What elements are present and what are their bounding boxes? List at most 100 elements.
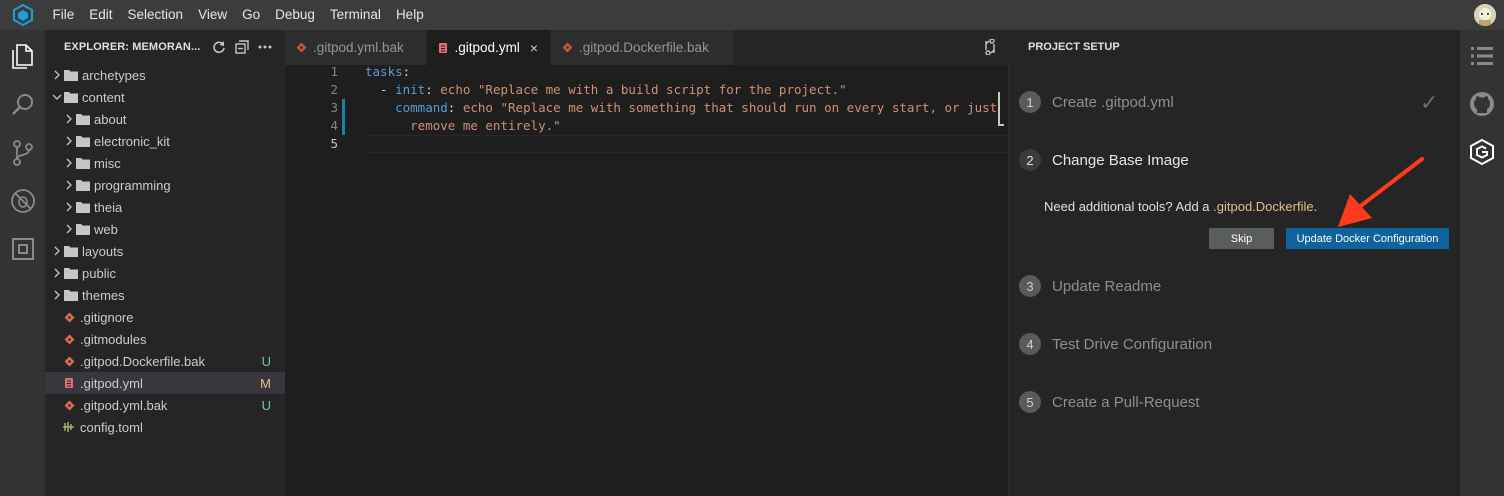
code-text: - init: echo "Replace me with a build sc… [365, 81, 847, 99]
folder-icon [64, 69, 78, 81]
tree-file[interactable]: .gitpod.Dockerfile.bak U [45, 350, 285, 372]
activity-bar [0, 30, 45, 496]
menu-items: File Edit Selection View Go Debug Terminal Help [45, 0, 431, 30]
collapse-all-icon[interactable] [233, 39, 250, 55]
code-text: remove me entirely." [365, 117, 561, 135]
right-activity-bar [1460, 30, 1504, 496]
chevron-right-icon[interactable] [50, 64, 64, 86]
chevron-right-icon[interactable] [50, 284, 64, 306]
menu-help[interactable]: Help [388, 0, 431, 30]
close-icon[interactable]: × [530, 40, 538, 56]
github-icon[interactable] [1460, 80, 1504, 128]
setup-step[interactable]: 2 Change Base Image [1019, 149, 1189, 171]
editor-tab[interactable]: .gitpod.Dockerfile.bak [551, 30, 734, 65]
git-file-icon [63, 333, 75, 345]
tree-item-label: .gitmodules [80, 331, 147, 347]
menu-selection[interactable]: Selection [120, 0, 191, 30]
tree-item-label: .gitpod.yml.bak [80, 397, 168, 413]
avatar[interactable] [1474, 4, 1496, 26]
code-token: : [425, 82, 441, 97]
menu-debug[interactable]: Debug [268, 0, 323, 30]
step-label: Change Base Image [1052, 151, 1189, 169]
tree-folder[interactable]: web [45, 218, 285, 240]
line-number: 2 [330, 82, 338, 97]
setup-step[interactable]: 4 Test Drive Configuration [1019, 333, 1212, 355]
editor-tab[interactable]: .gitpod.yml × [427, 30, 551, 65]
more-actions-icon[interactable] [256, 39, 273, 55]
chevron-right-icon[interactable] [62, 130, 76, 152]
gitpod-setup-icon[interactable] [1460, 128, 1504, 176]
file-tree: archetypes content about electronic_kit misc… [45, 64, 285, 438]
chevron-right-icon[interactable] [62, 196, 76, 218]
skip-button[interactable]: Skip [1209, 228, 1274, 249]
code-editor[interactable]: 1 tasks: 2 - init: echo "Replace me with a… [285, 63, 1010, 496]
gitpod-logo-icon[interactable] [0, 0, 45, 30]
tree-item-label: about [94, 111, 127, 127]
tree-file[interactable]: .gitmodules [45, 328, 285, 350]
code-text: tasks: [365, 63, 410, 81]
tree-folder[interactable]: public [45, 262, 285, 284]
tree-folder[interactable]: themes [45, 284, 285, 306]
debug-icon[interactable] [0, 177, 45, 225]
folder-icon [64, 267, 78, 279]
chevron-down-icon[interactable] [50, 86, 64, 108]
code-token: echo "Replace me with something that sho… [462, 100, 998, 115]
setup-step[interactable]: 3 Update Readme [1019, 275, 1161, 297]
line-number: 3 [330, 100, 338, 115]
tree-file[interactable]: .gitpod.yml.bak U [45, 394, 285, 416]
tree-folder[interactable]: layouts [45, 240, 285, 262]
git-status-badge: U [261, 353, 271, 369]
chevron-right-icon[interactable] [62, 174, 76, 196]
menu-go[interactable]: Go [235, 0, 268, 30]
tree-folder[interactable]: about [45, 108, 285, 130]
tree-folder[interactable]: content [45, 86, 285, 108]
files-icon[interactable] [0, 33, 45, 81]
chevron-right-icon[interactable] [50, 262, 64, 284]
tree-file[interactable]: .gitignore [45, 306, 285, 328]
tree-file[interactable]: config.toml [45, 416, 285, 438]
code-token: remove me entirely." [365, 118, 561, 133]
menu-view[interactable]: View [191, 0, 235, 30]
chevron-right-icon[interactable] [62, 108, 76, 130]
setup-step[interactable]: 1 Create .gitpod.yml [1019, 91, 1174, 113]
search-icon[interactable] [0, 81, 45, 129]
tree-folder[interactable]: theia [45, 196, 285, 218]
scrollbar-cursor-marker [998, 92, 1004, 126]
step-done-check-icon: ✓ [1420, 90, 1439, 115]
line-number: 1 [330, 64, 338, 79]
menu-terminal[interactable]: Terminal [322, 0, 388, 30]
menu-edit[interactable]: Edit [82, 0, 120, 30]
tree-folder[interactable]: archetypes [45, 64, 285, 86]
setup-step[interactable]: 5 Create a Pull-Request [1019, 391, 1200, 413]
tree-folder[interactable]: misc [45, 152, 285, 174]
red-annotation-arrow-icon [1338, 157, 1424, 227]
chevron-right-icon[interactable] [62, 218, 76, 240]
toml-file-icon [63, 421, 75, 433]
step-number-badge: 1 [1019, 91, 1041, 113]
code-line: 3 command: echo "Replace me with somethi… [285, 99, 1010, 117]
tree-item-label: .gitpod.Dockerfile.bak [80, 353, 206, 369]
editor-tabs: .gitpod.yml.bak .gitpod.yml × .gitpod.Docke… [285, 30, 1010, 65]
editor-tab[interactable]: .gitpod.yml.bak [285, 30, 427, 65]
chevron-right-icon[interactable] [62, 152, 76, 174]
folder-icon [76, 179, 90, 191]
code-line: 4 remove me entirely." [285, 117, 1010, 135]
tree-item-label: public [82, 265, 116, 281]
step-label: Update Readme [1052, 277, 1162, 295]
open-changes-icon[interactable] [982, 38, 998, 56]
git-file-icon [63, 311, 75, 323]
git-file-icon [295, 42, 307, 54]
code-text: command: echo "Replace me with something… [365, 99, 997, 117]
extensions-icon[interactable] [0, 225, 45, 273]
tree-folder[interactable]: electronic_kit [45, 130, 285, 152]
tree-file[interactable]: .gitpod.yml M [45, 372, 285, 394]
refresh-icon[interactable] [210, 39, 227, 55]
chevron-right-icon[interactable] [50, 240, 64, 262]
source-control-icon[interactable] [0, 129, 45, 177]
outline-icon[interactable] [1460, 32, 1504, 80]
tree-folder[interactable]: programming [45, 174, 285, 196]
code-token: command [395, 100, 448, 115]
menu-file[interactable]: File [45, 0, 82, 30]
yaml-file-icon [63, 377, 75, 389]
